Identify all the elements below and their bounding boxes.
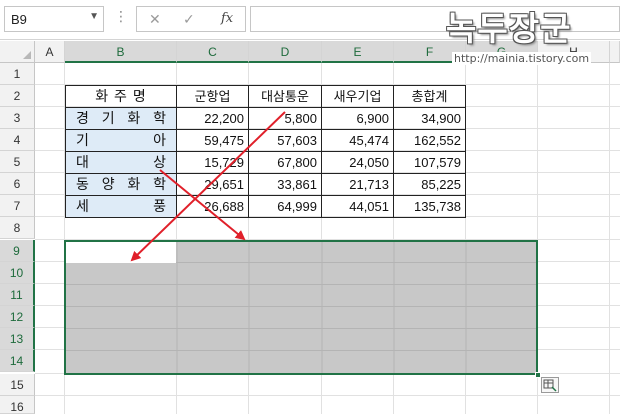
arrow-paste-target (130, 111, 286, 262)
watermark-url: http://mainia.tistory.com (452, 52, 592, 65)
arrow-transposed-target (159, 169, 246, 241)
watermark-logo: 녹두장군 (446, 9, 572, 48)
